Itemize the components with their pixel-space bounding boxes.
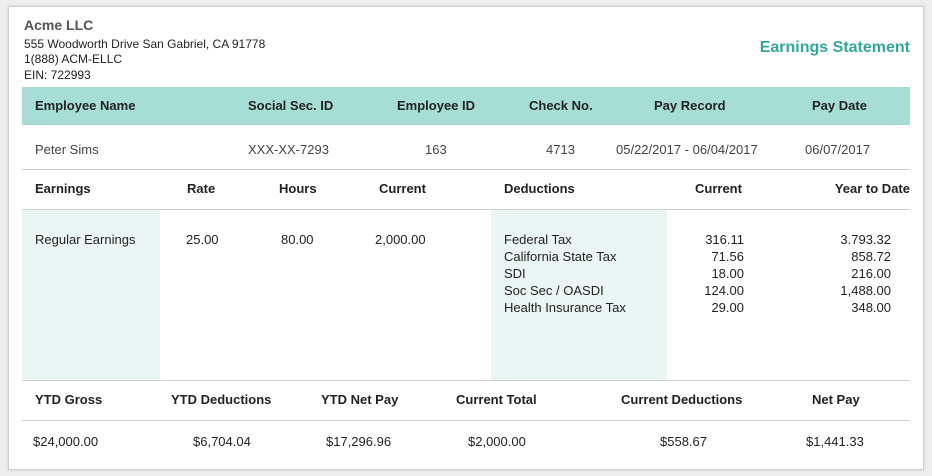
deduction-name: Federal Tax: [504, 232, 572, 247]
col-header-ytd-net-pay: YTD Net Pay: [321, 392, 399, 407]
col-header-year-to-date: Year to Date: [834, 181, 910, 196]
company-address: 555 Woodworth Drive San Gabriel, CA 9177…: [24, 37, 266, 51]
ytd-net-pay-value: $17,296.96: [326, 434, 392, 449]
col-header-pay-date: Pay Date: [812, 98, 867, 113]
deduction-current: 316.11: [705, 232, 744, 247]
divider: [22, 380, 910, 381]
col-header-current-deductions: Current Deductions: [621, 392, 743, 407]
deduction-ytd: 1,488.00: [840, 283, 891, 298]
divider: [22, 420, 910, 421]
pay-record-range: 05/22/2017 - 06/04/2017: [616, 142, 758, 157]
col-header-earnings: Earnings: [35, 181, 91, 196]
deduction-name: Health Insurance Tax: [504, 300, 626, 315]
deduction-name: Soc Sec / OASDI: [504, 283, 604, 298]
employee-ssn: XXX-XX-7293: [248, 142, 329, 157]
col-header-deduction-current: Current: [695, 181, 742, 196]
col-header-hours: Hours: [279, 181, 317, 196]
company-ein: EIN: 722993: [24, 68, 91, 82]
ytd-deductions-value: $6,704.04: [193, 434, 251, 449]
col-header-ytd-gross: YTD Gross: [35, 392, 103, 407]
col-header-net-pay: Net Pay: [812, 392, 860, 407]
pay-date: 06/07/2017: [805, 142, 871, 157]
col-header-pay-record: Pay Record: [654, 98, 726, 113]
divider: [22, 169, 910, 170]
col-header-employee-id: Employee ID: [397, 98, 476, 113]
company-phone: 1(888) ACM-ELLC: [24, 52, 123, 66]
deduction-current: 29.00: [711, 300, 744, 315]
deduction-ytd: 858.72: [851, 249, 891, 264]
col-header-deductions: Deductions: [504, 181, 575, 196]
check-number: 4713: [546, 142, 575, 157]
earnings-rate: 25.00: [186, 232, 219, 247]
deduction-current: 18.00: [711, 266, 744, 281]
deduction-name: SDI: [504, 266, 526, 281]
earnings-current: 2,000.00: [375, 232, 426, 247]
current-deductions-value: $558.67: [660, 434, 707, 449]
col-header-employee-name: Employee Name: [35, 98, 136, 113]
current-total-value: $2,000.00: [468, 434, 526, 449]
net-pay-value: $1,441.33: [806, 434, 864, 449]
earnings-statement: Acme LLC 555 Woodworth Drive San Gabriel…: [8, 6, 924, 470]
col-header-ytd-deductions: YTD Deductions: [171, 392, 272, 407]
deduction-name: California State Tax: [504, 249, 617, 264]
col-header-current-total: Current Total: [456, 392, 537, 407]
col-header-ssn: Social Sec. ID: [248, 98, 334, 113]
deduction-current: 124.00: [704, 283, 744, 298]
statement-title: Earnings Statement: [759, 39, 910, 56]
earnings-hours: 80.00: [281, 232, 314, 247]
col-header-check-no: Check No.: [529, 98, 593, 113]
deduction-ytd: 216.00: [851, 266, 891, 281]
company-name: Acme LLC: [24, 17, 94, 33]
earnings-label: Regular Earnings: [35, 232, 136, 247]
employee-id: 163: [425, 142, 447, 157]
deduction-current: 71.56: [711, 249, 744, 264]
employee-name: Peter Sims: [35, 142, 99, 157]
col-header-current: Current: [379, 181, 426, 196]
col-header-rate: Rate: [187, 181, 216, 196]
deduction-ytd: 3.793.32: [840, 232, 891, 247]
deduction-ytd: 348.00: [851, 300, 891, 315]
ytd-gross-value: $24,000.00: [33, 434, 99, 449]
